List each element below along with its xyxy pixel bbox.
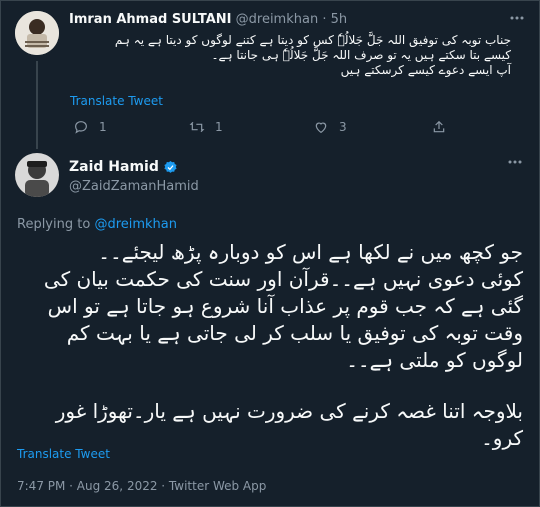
retweet-count: 1 [215,120,223,134]
main-author-handle[interactable]: @ZaidZamanHamid [69,179,199,194]
translate-tweet-link[interactable]: Translate Tweet [70,94,163,108]
retweet-button[interactable]: 1 [189,119,223,135]
reply-author-row: Imran Ahmad SULTANI @dreimkhan · 5h [69,12,347,27]
main-author-name-row: Zaid Hamid [69,159,178,175]
avatar-zaid[interactable] [15,153,59,197]
timeline-frame: Imran Ahmad SULTANI @dreimkhan · 5h جناب… [0,0,540,507]
avatar-imran[interactable] [15,11,59,55]
main-tweet-text: جو کچھ میں نے لکھا ہے اس کو دوبارہ پڑھ ل… [13,239,523,452]
main-text-line: وقت توبہ کی توفیق یا سلب کر لی جاتی ہے ی… [66,321,523,345]
reply-count: 1 [99,120,107,134]
reply-author-handle[interactable]: @dreimkhan [236,12,319,27]
reply-tweet[interactable]: Imran Ahmad SULTANI @dreimkhan · 5h جناب… [1,1,540,151]
retweet-icon [189,121,205,133]
reply-tweet-text: جناب توبہ کی توفیق اللہ جَلَّ جَلالُہٗ ک… [71,33,511,78]
verified-badge-icon [164,160,177,173]
main-text-line: لوگوں کو ملتی ہے۔۔ [346,348,523,372]
reply-button[interactable]: 1 [73,119,107,135]
reply-text-line: جناب توبہ کی توفیق اللہ جَلَّ جَلالُہٗ ک… [114,33,511,47]
like-button[interactable]: 3 [313,119,347,135]
main-text-line: بلاوجہ اتنا غصہ کرنے کی ضرورت نہیں ہے یا… [55,399,523,423]
tweet-timestamp[interactable]: 7:47 PM · Aug 26, 2022 · Twitter Web App [17,479,266,493]
main-author-name[interactable]: Zaid Hamid [69,159,159,175]
meta-separator: · [322,12,327,27]
heart-icon [315,122,327,134]
share-icon [433,120,445,133]
reply-text-line: کیسے بتا سکتے ہیں یہ تو صرف اللہ جَلَّ ج… [211,48,512,62]
replying-to: Replying to @dreimkhan [17,217,177,232]
more-horizontal-icon[interactable] [507,9,527,29]
replying-prefix: Replying to [17,217,95,232]
main-text-line: جو کچھ میں نے لکھا ہے اس کو دوبارہ پڑھ ل… [98,240,523,264]
main-text-line: گئی ہے کہ جب قوم پر عذاب آنا شروع ہو جات… [47,294,523,318]
share-button[interactable] [431,119,457,135]
replying-mention-link[interactable]: @dreimkhan [94,217,177,232]
main-text-line: کوئی دعوی نہیں ہے۔۔قرآن اور سنت کی حکمت … [43,267,523,291]
more-horizontal-icon[interactable] [505,153,525,173]
reply-icon [75,121,87,134]
reply-time[interactable]: 5h [331,12,348,27]
reply-text-line: آپ ایسے دعوے کیسے کرسکتے ہیں [340,63,511,77]
reply-author-name[interactable]: Imran Ahmad SULTANI [69,12,232,27]
reply-tweet-actions: 1 1 3 [1,119,540,139]
translate-tweet-link[interactable]: Translate Tweet [17,447,110,461]
like-count: 3 [339,120,347,134]
